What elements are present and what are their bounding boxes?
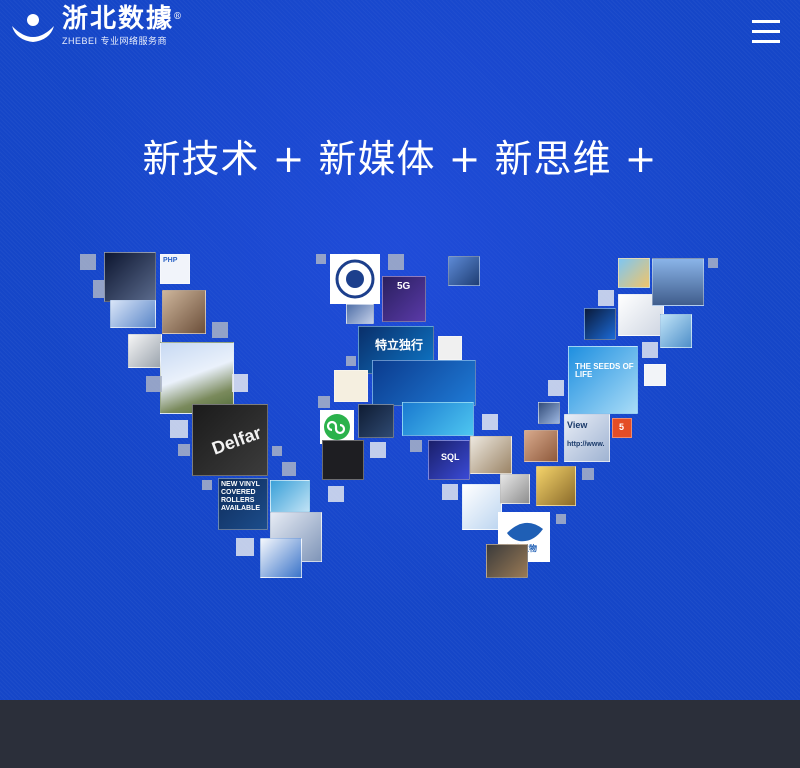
collage-tile[interactable]: [500, 474, 530, 504]
collage-tile[interactable]: [104, 252, 156, 302]
collage-square: [212, 322, 228, 338]
collage-square: [170, 420, 188, 438]
collage-tile[interactable]: [448, 256, 480, 286]
collage-square: [708, 258, 718, 268]
collage-square: [388, 254, 404, 270]
collage-square: [146, 376, 162, 392]
project-collage: PHP Delfar NEW VINYL COVERED ROLLERS AVA…: [0, 0, 800, 700]
collage-tile[interactable]: [618, 258, 650, 288]
bird-logo-icon: [507, 522, 543, 542]
collage-square: [316, 254, 326, 264]
collage-square: [346, 356, 356, 366]
collage-tile[interactable]: [470, 436, 512, 474]
collage-square: [328, 486, 344, 502]
collage-tile[interactable]: [372, 360, 476, 406]
collage-tile[interactable]: [538, 402, 560, 424]
collage-tile[interactable]: View http://www.: [564, 414, 610, 462]
collage-square: [272, 446, 282, 456]
collage-tile[interactable]: [322, 440, 364, 480]
collage-square: [232, 374, 248, 392]
collage-tile[interactable]: [162, 290, 206, 334]
collage-square: [582, 468, 594, 480]
collage-tile[interactable]: [334, 370, 368, 402]
collage-tile[interactable]: [346, 304, 374, 324]
collage-square: [548, 380, 564, 396]
collage-tile[interactable]: [486, 544, 528, 578]
collage-tile[interactable]: [402, 402, 474, 436]
collage-tile[interactable]: [260, 538, 302, 578]
collage-square: [442, 484, 458, 500]
collage-tile[interactable]: THE SEEDS OF LIFE: [568, 346, 638, 414]
emblem-icon: [335, 259, 375, 299]
mini-program-icon[interactable]: [320, 410, 354, 444]
collage-tile[interactable]: [660, 314, 692, 348]
footer-bar: [0, 700, 800, 768]
collage-tile[interactable]: [536, 466, 576, 506]
collage-square: [236, 538, 254, 556]
collage-tile[interactable]: [358, 404, 394, 438]
collage-tile[interactable]: [330, 254, 380, 304]
collage-tile[interactable]: PHP: [160, 254, 190, 284]
collage-tile[interactable]: [644, 364, 666, 386]
collage-square: [80, 254, 96, 270]
collage-square: [282, 462, 296, 476]
collage-tile[interactable]: Delfar: [192, 404, 268, 476]
collage-square: [482, 414, 498, 430]
collage-square: [178, 444, 190, 456]
collage-tile[interactable]: NEW VINYL COVERED ROLLERS AVAILABLE: [218, 478, 268, 530]
collage-tile[interactable]: [438, 336, 462, 360]
collage-tile[interactable]: [270, 480, 310, 512]
collage-square: [556, 514, 566, 524]
collage-square: [410, 440, 422, 452]
collage-tile[interactable]: 5G: [382, 276, 426, 322]
html5-icon[interactable]: 5: [612, 418, 632, 438]
collage-tile[interactable]: [652, 258, 704, 306]
collage-tile[interactable]: [584, 308, 616, 340]
collage-square: [318, 396, 330, 408]
collage-square: [598, 290, 614, 306]
collage-tile[interactable]: [524, 430, 558, 462]
collage-tile[interactable]: [110, 300, 156, 328]
collage-tile[interactable]: SQL: [428, 440, 470, 480]
collage-square: [370, 442, 386, 458]
collage-square: [642, 342, 658, 358]
collage-tile[interactable]: [462, 484, 502, 530]
collage-square: [202, 480, 212, 490]
collage-tile[interactable]: [128, 334, 162, 368]
